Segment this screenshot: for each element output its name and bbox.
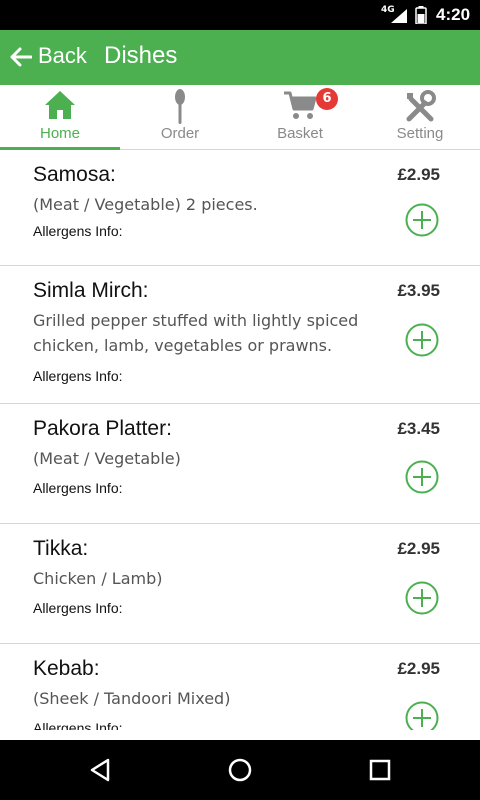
dish-name: Samosa:: [33, 163, 116, 186]
battery-icon: [415, 6, 427, 24]
dish-price: £3.45: [397, 419, 440, 438]
system-nav-bar: [0, 740, 480, 800]
add-circle-icon[interactable]: [405, 323, 439, 357]
dish-price: £3.95: [397, 281, 440, 300]
page-title: Dishes: [104, 42, 178, 69]
tab-basket-label: Basket: [277, 125, 323, 142]
dish-name: Pakora Platter:: [33, 417, 172, 440]
allergens-label: Allergens Info:: [33, 480, 123, 496]
add-circle-icon[interactable]: [405, 203, 439, 237]
dish-list: Samosa: (Meat / Vegetable) 2 pieces. All…: [0, 150, 480, 730]
back-arrow-icon[interactable]: [10, 47, 32, 67]
signal-icon: [391, 9, 407, 23]
add-circle-icon[interactable]: [405, 460, 439, 494]
dish-description: Chicken / Lamb): [33, 569, 163, 588]
tab-setting[interactable]: Setting: [360, 85, 480, 149]
tab-home[interactable]: Home: [0, 85, 120, 150]
tab-order-label: Order: [160, 125, 200, 142]
tab-order[interactable]: Order: [120, 85, 240, 149]
home-nav-icon[interactable]: [210, 740, 270, 800]
add-circle-icon[interactable]: [405, 581, 439, 615]
back-button[interactable]: Back: [38, 43, 87, 69]
dish-description: Grilled pepper stuffed with lightly spic…: [33, 311, 359, 355]
basket-count-badge: 6: [316, 88, 338, 110]
allergens-label: Allergens Info:: [33, 223, 123, 239]
cart-icon: [284, 91, 317, 119]
recents-nav-icon[interactable]: [350, 740, 410, 800]
dish-price: £2.95: [397, 539, 440, 558]
app-bar: Back Dishes: [0, 30, 480, 85]
allergens-label: Allergens Info:: [33, 600, 123, 616]
tab-setting-label: Setting: [396, 125, 444, 142]
dish-name: Kebab:: [33, 657, 100, 680]
list-item: Kebab: (Sheek / Tandoori Mixed) Allergen…: [0, 644, 480, 730]
dish-description: (Meat / Vegetable): [33, 449, 181, 468]
dish-name: Tikka:: [33, 537, 89, 560]
status-bar: 4G 4:20: [0, 0, 480, 30]
dish-description: (Sheek / Tandoori Mixed): [33, 689, 231, 708]
dish-description: (Meat / Vegetable) 2 pieces.: [33, 195, 258, 214]
dish-price: £2.95: [397, 659, 440, 678]
tab-basket[interactable]: Basket: [240, 85, 360, 149]
dish-name: Simla Mirch:: [33, 279, 149, 302]
list-item: Samosa: (Meat / Vegetable) 2 pieces. All…: [0, 150, 480, 266]
tab-home-label: Home: [39, 125, 80, 142]
home-icon: [45, 91, 75, 119]
add-circle-icon[interactable]: [405, 701, 439, 730]
dish-price: £2.95: [397, 165, 440, 184]
clock: 4:20: [436, 5, 471, 24]
spoon-icon: [175, 89, 185, 124]
allergens-label: Allergens Info:: [33, 368, 123, 384]
list-item: Simla Mirch: Grilled pepper stuffed with…: [0, 266, 480, 404]
back-nav-icon[interactable]: [70, 740, 130, 800]
tools-icon: [406, 90, 436, 122]
list-item: Pakora Platter: (Meat / Vegetable) Aller…: [0, 404, 480, 524]
allergens-label: Allergens Info:: [33, 720, 123, 730]
list-item: Tikka: Chicken / Lamb) Allergens Info: £…: [0, 524, 480, 644]
tab-bar: Home Order Basket 6 Setting: [0, 85, 480, 150]
